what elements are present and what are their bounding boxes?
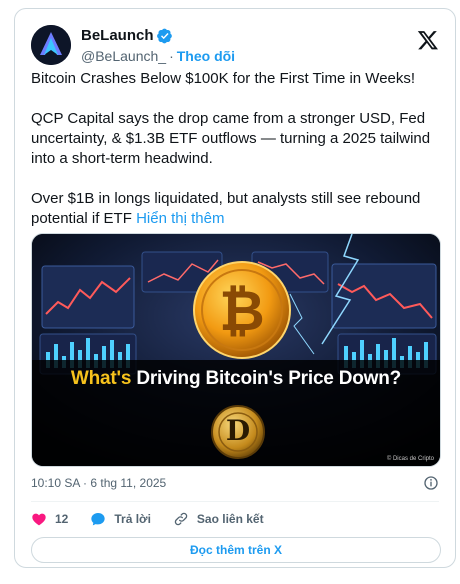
post-headline: Bitcoin Crashes Below $100K for the Firs… (31, 70, 416, 87)
x-logo-icon[interactable] (417, 29, 439, 51)
image-title: What's Driving Bitcoin's Price Down? (32, 368, 440, 390)
meta-row: 10:10 SA · 6 thg 11, 2025 (31, 473, 439, 493)
post-image[interactable]: ₿ What's Driving Bitcoin's Price Down? D… (31, 233, 441, 467)
image-watermark: © Dicas de Cripto (386, 456, 434, 462)
d-coin-letter: D (225, 414, 251, 447)
name-row: BeLaunch (81, 27, 173, 45)
post-header: BeLaunch @BeLaunch_ · Theo dõi (31, 21, 439, 69)
display-name[interactable]: BeLaunch (81, 27, 154, 45)
post-paragraph-truncated: Over $1B in longs liquidated, but analys… (31, 189, 441, 229)
show-more-link[interactable]: Hiển thị thêm (136, 210, 224, 227)
handle[interactable]: @BeLaunch_ (81, 48, 166, 64)
image-title-accent: What's (70, 368, 132, 389)
like-button[interactable]: 12 (31, 511, 68, 527)
post-paragraph: QCP Capital says the drop came from a st… (31, 110, 431, 167)
post-timestamp[interactable]: 10:10 SA · 6 thg 11, 2025 (31, 476, 166, 490)
image-title-rest: Driving Bitcoin's Price Down? (131, 368, 402, 389)
handle-row: @BeLaunch_ · Theo dõi (81, 47, 235, 65)
post-paragraph-text: Over $1B in longs liquidated, but analys… (31, 190, 421, 227)
svg-text:₿: ₿ (219, 279, 265, 344)
post-text: Bitcoin Crashes Below $100K for the Firs… (31, 69, 441, 229)
action-bar: 12 Trả lời Sao liên kết (31, 505, 286, 533)
info-icon[interactable] (423, 475, 439, 491)
post-card: BeLaunch @BeLaunch_ · Theo dõi Bitcoin Cra… (14, 8, 456, 568)
copy-link-button[interactable]: Sao liên kết (173, 511, 264, 527)
reply-button[interactable]: Trả lời (90, 511, 151, 527)
heart-icon (32, 513, 46, 526)
separator-dot: · (169, 48, 174, 64)
copy-link-label: Sao liên kết (196, 512, 264, 526)
verified-badge-icon (156, 28, 172, 44)
follow-button[interactable]: Theo dõi (177, 48, 235, 64)
like-count: 12 (55, 512, 69, 526)
link-icon (174, 512, 188, 526)
read-more-on-x-button[interactable]: Đọc thêm trên X (31, 537, 441, 563)
divider (31, 501, 439, 502)
reply-icon (91, 513, 106, 526)
reply-label: Trả lời (114, 512, 151, 526)
avatar[interactable] (31, 25, 71, 65)
